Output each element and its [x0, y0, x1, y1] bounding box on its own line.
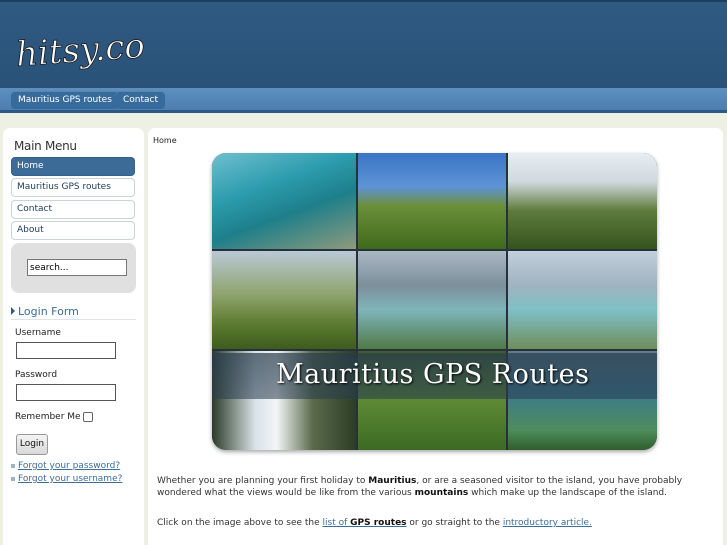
- menu-item-contact[interactable]: Contact: [11, 200, 135, 219]
- gps-routes-list-link[interactable]: list of GPS routes: [323, 518, 407, 528]
- menu-item-gps-routes[interactable]: Mauritius GPS routes: [11, 178, 135, 197]
- bullet-icon: [11, 463, 15, 468]
- spacer: [0, 116, 727, 128]
- triangle-right-icon: [11, 307, 15, 315]
- breadcrumb[interactable]: Home: [153, 136, 177, 145]
- text-segment: or go straight to the: [406, 518, 503, 528]
- site-logo[interactable]: hitsy.com: [14, 12, 144, 84]
- main-content: Home Mauritius GPS Routes Whether you ar…: [148, 128, 723, 545]
- nav-tab-gps-routes[interactable]: Mauritius GPS routes: [11, 91, 119, 109]
- menu-item-about[interactable]: About: [11, 221, 135, 240]
- remember-me-label: Remember Me: [15, 412, 81, 422]
- sidebar: Main Menu Home Mauritius GPS routes Cont…: [3, 128, 144, 545]
- forgot-username-row: Forgot your username?: [11, 474, 122, 484]
- bold-mountains: mountains: [414, 488, 469, 498]
- intro-paragraph: Whether you are planning your first holi…: [157, 475, 712, 499]
- login-form-title: Login Form: [11, 305, 79, 318]
- search-input[interactable]: [27, 259, 127, 276]
- introductory-article-link[interactable]: introductory article.: [503, 518, 592, 528]
- bold-mauritius: Mauritius: [368, 476, 417, 486]
- password-field[interactable]: [16, 384, 116, 401]
- hero-title: Mauritius GPS Routes: [276, 359, 590, 390]
- coast-photo: [212, 153, 356, 249]
- text-segment: Click on the image above to see the: [157, 518, 323, 528]
- hero-banner-image[interactable]: Mauritius GPS Routes: [212, 153, 657, 450]
- text-segment: which make up the landscape of the islan…: [468, 488, 667, 498]
- top-navigation: Mauritius GPS routes Contact: [0, 88, 727, 113]
- divider: [11, 319, 136, 320]
- forgot-username-link[interactable]: Forgot your username?: [18, 474, 122, 484]
- login-button[interactable]: Login: [16, 434, 48, 455]
- bullet-icon: [11, 476, 15, 481]
- logo-text: hitsy.com: [15, 24, 144, 75]
- valley-photo: [212, 251, 356, 349]
- mountain-photo: [358, 153, 506, 249]
- search-module: [11, 243, 136, 293]
- peak-photo: [508, 153, 657, 249]
- main-menu-title: Main Menu: [14, 139, 77, 153]
- routes-paragraph: Click on the image above to see the list…: [157, 517, 712, 529]
- text-segment: Whether you are planning your first holi…: [157, 476, 369, 486]
- bay-photo: [508, 251, 657, 349]
- password-label: Password: [15, 370, 58, 380]
- username-label: Username: [15, 328, 61, 338]
- login-form-title-text: Login Form: [18, 305, 79, 318]
- username-field[interactable]: [16, 342, 116, 359]
- link-text: list of: [322, 518, 351, 528]
- forgot-password-link[interactable]: Forgot your password?: [18, 461, 120, 471]
- forgot-password-row: Forgot your password?: [11, 461, 120, 471]
- menu-item-home[interactable]: Home: [11, 157, 135, 176]
- site-header: hitsy.com: [0, 0, 727, 88]
- remember-me-checkbox[interactable]: [83, 412, 93, 422]
- link-text-bold: GPS routes: [350, 518, 407, 528]
- lagoon-photo: [358, 251, 506, 349]
- hero-title-band: Mauritius GPS Routes: [212, 353, 657, 399]
- nav-tab-contact[interactable]: Contact: [116, 91, 166, 109]
